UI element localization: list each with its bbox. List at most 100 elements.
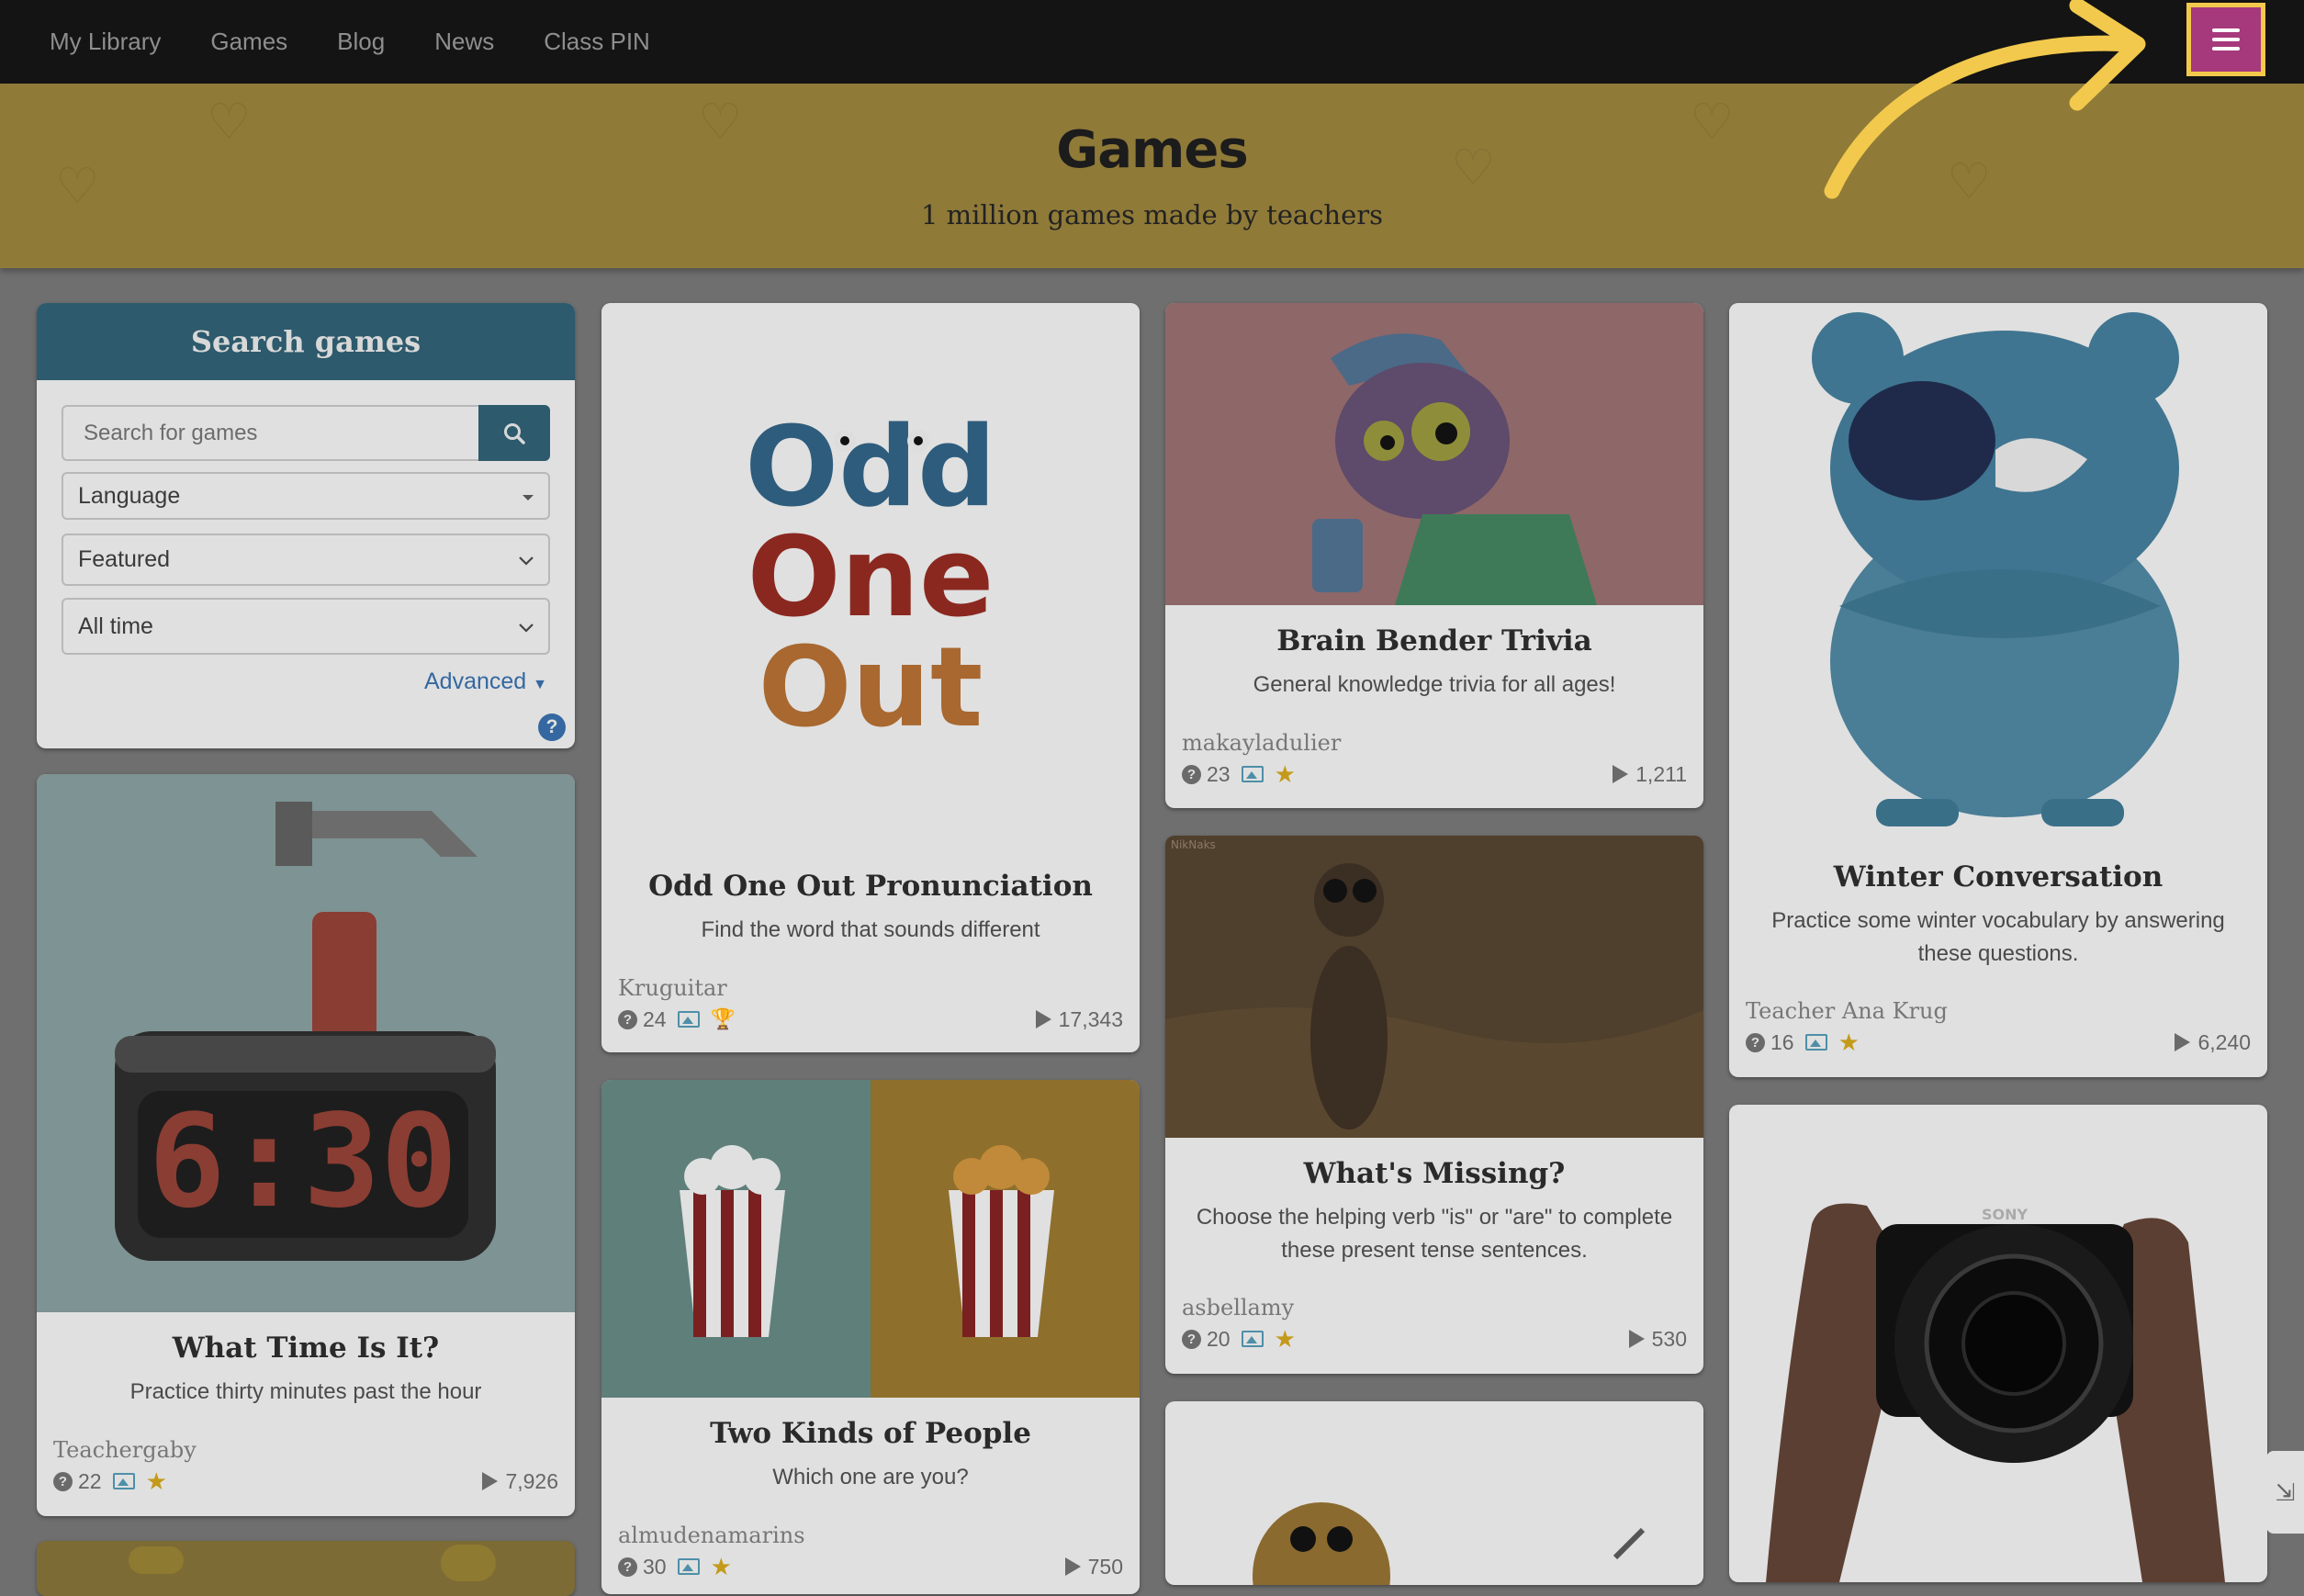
game-card[interactable]: 6:30 What Time Is It? Practice thirty mi…	[37, 774, 575, 1516]
nav-link-class-pin[interactable]: Class PIN	[544, 28, 650, 56]
hamburger-menu-button[interactable]	[2186, 3, 2265, 76]
game-stats: ? 24 🏆 17,343	[618, 1006, 1123, 1033]
question-count-icon: ?	[618, 1557, 637, 1577]
caret-down-icon: ▼	[533, 677, 547, 692]
language-select[interactable]: Language	[62, 472, 550, 520]
game-thumbnail	[1165, 303, 1703, 605]
game-thumbnail: NikNaks	[1165, 836, 1703, 1138]
question-count: 20	[1207, 1326, 1231, 1351]
image-credit: NikNaks	[1171, 838, 1216, 851]
game-stats: ? 23 ★ 1,211	[1182, 760, 1687, 788]
play-icon	[1064, 1557, 1081, 1576]
nav-link-my-library[interactable]: My Library	[50, 28, 161, 56]
star-icon: ★	[1838, 1028, 1860, 1056]
question-count-icon: ?	[1182, 1329, 1201, 1349]
popcorn-image	[601, 1080, 1140, 1398]
question-count-icon: ?	[618, 1009, 637, 1029]
game-card[interactable]: Odd One Out Odd One Out Pronunciation Fi…	[601, 303, 1140, 1052]
svg-text:6:30: 6:30	[148, 1087, 457, 1237]
game-title: Winter Conversation	[1833, 860, 2164, 894]
play-count: 7,926	[482, 1469, 558, 1494]
side-collapse-icon[interactable]: ⇲	[2266, 1451, 2304, 1534]
game-title: Two Kinds of People	[710, 1417, 1031, 1450]
play-count: 530	[1628, 1326, 1687, 1352]
game-card[interactable]: Brain Bender Trivia General knowledge tr…	[1165, 303, 1703, 808]
star-icon: ★	[145, 1467, 167, 1495]
game-author[interactable]: asbellamy	[1182, 1295, 1294, 1321]
game-card[interactable]: Winter Conversation Practice some winter…	[1729, 303, 2267, 1077]
advanced-label: Advanced	[424, 669, 527, 694]
nav-link-news[interactable]: News	[434, 28, 494, 56]
game-card[interactable]: Two Kinds of People Which one are you? a…	[601, 1080, 1140, 1594]
caret-down-icon	[523, 495, 534, 500]
play-count-value: 7,926	[505, 1468, 558, 1493]
game-author[interactable]: Teachergaby	[53, 1437, 197, 1463]
question-count-icon: ?	[1746, 1032, 1765, 1052]
thumb-word: Odd	[745, 404, 996, 532]
question-count: 23	[1207, 761, 1231, 786]
question-count: 24	[643, 1006, 667, 1031]
star-icon: ★	[710, 1553, 732, 1580]
play-count-value: 6,240	[2197, 1029, 2251, 1054]
camera-image: SONY	[1766, 1203, 2225, 1582]
advanced-search-toggle[interactable]: Advanced ▼	[424, 669, 547, 695]
nav-links: My Library Games Blog News Class PIN	[50, 0, 700, 84]
game-description: Choose the helping verb "is" or "are" to…	[1196, 1205, 1673, 1263]
game-author[interactable]: Kruguitar	[618, 975, 727, 1001]
game-stats: ? 16 ★ 6,240	[1746, 1028, 2251, 1056]
play-count: 17,343	[1035, 1006, 1123, 1032]
question-count: 16	[1770, 1029, 1794, 1054]
emoji-thumbnail	[129, 1546, 184, 1574]
play-count-value: 530	[1651, 1326, 1687, 1351]
thumb-word: Out	[759, 624, 983, 752]
game-description: General knowledge trivia for all ages!	[1253, 672, 1616, 697]
image-icon	[677, 1011, 700, 1028]
play-count-value: 17,343	[1058, 1006, 1123, 1031]
game-card[interactable]	[1165, 1401, 1703, 1585]
play-icon	[1613, 765, 1629, 783]
search-input[interactable]	[62, 405, 478, 461]
image-icon	[677, 1558, 700, 1575]
game-author[interactable]: almudenamarins	[618, 1523, 805, 1548]
thumb-word: One	[747, 514, 995, 642]
play-count-value: 1,211	[1635, 761, 1687, 786]
play-icon	[1628, 1330, 1645, 1348]
game-thumbnail	[601, 1080, 1140, 1398]
question-count: 22	[78, 1468, 102, 1493]
game-author[interactable]: makayladulier	[1182, 730, 1341, 756]
nav-link-blog[interactable]: Blog	[337, 28, 385, 56]
star-icon: ★	[1274, 1325, 1296, 1353]
alarm-clock-image: 6:30	[115, 802, 496, 1261]
game-card[interactable]	[37, 1541, 575, 1596]
game-author[interactable]: Teacher Ana Krug	[1746, 998, 1948, 1024]
hamburger-menu-icon	[2212, 28, 2240, 51]
sort-select[interactable]: Featured	[62, 534, 550, 586]
timeframe-select-value: All time	[78, 613, 153, 639]
game-card[interactable]: SONY	[1729, 1105, 2267, 1582]
game-title: What Time Is It?	[172, 1332, 440, 1365]
play-icon	[2175, 1033, 2191, 1051]
play-count: 1,211	[1613, 762, 1687, 787]
search-icon	[504, 422, 525, 444]
emoji-thumbnail	[441, 1545, 496, 1581]
play-count: 750	[1064, 1555, 1123, 1579]
game-thumbnail	[1729, 303, 2267, 841]
odd-one-out-image: Odd One Out	[745, 404, 996, 752]
game-stats: ? 20 ★ 530	[1182, 1325, 1687, 1353]
game-thumbnail: 6:30	[37, 774, 575, 1312]
cartoon-rat-image	[1312, 333, 1597, 605]
star-icon: ★	[1274, 760, 1296, 788]
help-icon[interactable]: ?	[538, 714, 566, 741]
chevron-down-icon	[519, 624, 534, 633]
play-count: 6,240	[2175, 1030, 2251, 1055]
game-card[interactable]: NikNaks What's Missing? Choose the helpi…	[1165, 836, 1703, 1374]
search-row	[62, 405, 550, 461]
annotation-arrow-icon	[1824, 0, 2146, 199]
play-icon	[1035, 1010, 1051, 1028]
game-stats: ? 22 ★ 7,926	[53, 1467, 558, 1495]
timeframe-select[interactable]: All time	[62, 598, 550, 655]
cartoon-dog-image	[1253, 1502, 1646, 1585]
nav-link-games[interactable]: Games	[210, 28, 287, 56]
search-button[interactable]	[478, 405, 550, 461]
search-panel: Search games Language Featured All time …	[37, 303, 575, 748]
